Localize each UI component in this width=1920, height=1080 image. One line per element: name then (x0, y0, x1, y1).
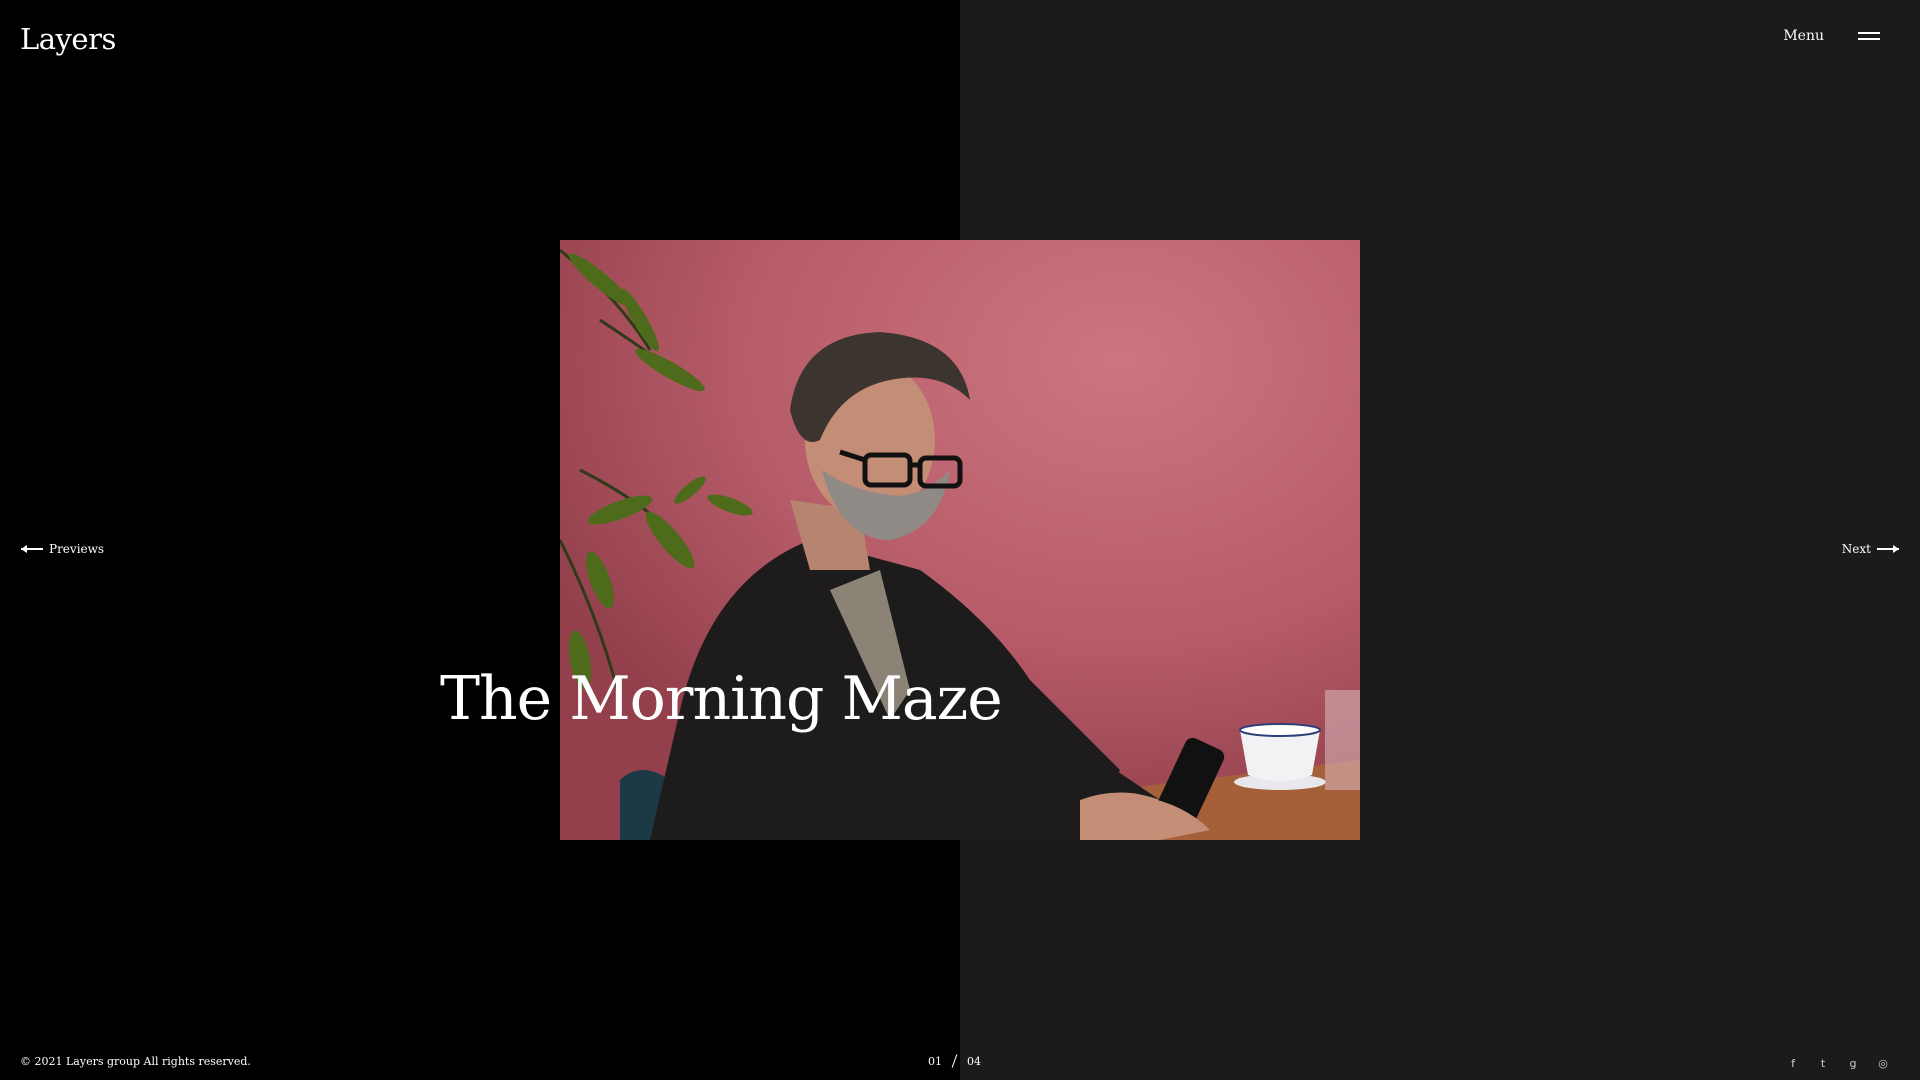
next-button[interactable]: Next (1842, 542, 1899, 556)
instagram-icon[interactable]: ◎ (1876, 1056, 1890, 1070)
previous-button[interactable]: Previews (21, 542, 104, 556)
social-links: f t g ◎ (1786, 1056, 1890, 1070)
menu-button[interactable]: Menu (1783, 28, 1880, 44)
twitter-icon[interactable]: t (1816, 1056, 1830, 1070)
portrait-illustration (560, 240, 1360, 840)
pager-total: 04 (967, 1054, 981, 1068)
logo[interactable]: Layers (20, 22, 116, 56)
arrow-left-icon (21, 545, 43, 553)
slide-pager: 01 04 (928, 1054, 981, 1068)
google-plus-icon[interactable]: g (1846, 1056, 1860, 1070)
previous-label: Previews (49, 542, 105, 556)
pager-current: 01 (928, 1054, 942, 1068)
slide-image (560, 240, 1360, 840)
arrow-right-icon (1877, 545, 1899, 553)
next-label: Next (1841, 542, 1871, 556)
facebook-icon[interactable]: f (1786, 1056, 1800, 1070)
pager-separator (951, 1054, 958, 1068)
copyright-text: © 2021 Layers group All rights reserved. (20, 1055, 251, 1068)
slider-stage: Layers Menu The Morning Maze Previews Ne… (0, 0, 1920, 1080)
hamburger-icon (1858, 30, 1880, 42)
menu-label: Menu (1783, 28, 1824, 44)
slide-title[interactable]: The Morning Maze (440, 664, 1003, 734)
